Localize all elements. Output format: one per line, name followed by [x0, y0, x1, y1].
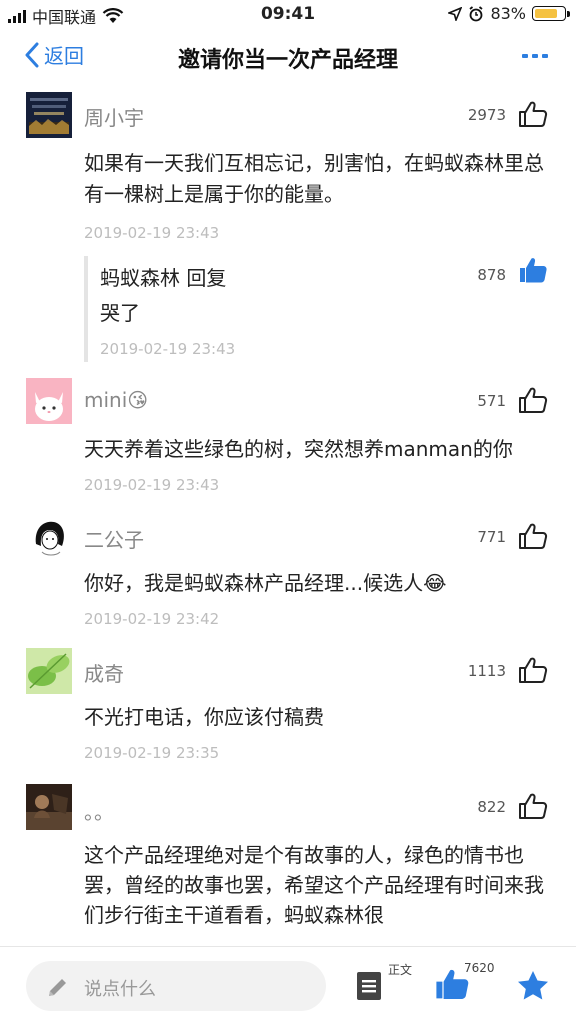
reply-like-count: 878 — [477, 266, 506, 284]
document-label[interactable]: 正文 — [388, 961, 412, 978]
comment-timestamp: 2019-02-19 23:43 — [84, 476, 220, 494]
comment-item: 周小宇 2973 如果有一天我们互相忘记，别害怕，在蚂蚁森林里总有一棵树上是属于… — [0, 90, 576, 370]
more-dots-icon[interactable] — [522, 54, 548, 58]
comment-input-placeholder: 说点什么 — [84, 979, 156, 1000]
navigation-bar: 返回 邀请你当一次产品经理 — [0, 30, 576, 88]
bottom-toolbar: 说点什么 正文 7620 — [0, 946, 576, 1025]
document-icon[interactable] — [356, 971, 382, 1001]
thumbs-up-outline-icon[interactable] — [518, 522, 548, 550]
reply-header: 蚂蚁森林 回复 — [100, 266, 227, 290]
comment-text: 不光打电话，你应该付稿费 — [84, 705, 324, 729]
commenter-name[interactable]: 。。 — [84, 796, 114, 825]
thumbs-up-outline-icon[interactable] — [518, 386, 548, 414]
page-title: 邀请你当一次产品经理 — [177, 48, 398, 73]
avatar[interactable] — [26, 92, 72, 138]
comment-item: 。。 822 这个产品经理绝对是个有故事的人，绿色的情书也罢，曾经的故事也罢，希… — [0, 784, 576, 946]
comment-timestamp: 2019-02-19 23:42 — [84, 610, 220, 628]
like-count: 2973 — [467, 106, 506, 124]
thumbs-up-filled-icon[interactable] — [518, 256, 548, 284]
battery-icon — [532, 6, 570, 21]
like-count: 571 — [477, 392, 506, 410]
reply-timestamp: 2019-02-19 23:43 — [100, 340, 236, 358]
star-icon[interactable] — [516, 969, 550, 1001]
battery-percent: 83% — [490, 4, 526, 23]
avatar[interactable] — [26, 378, 72, 424]
comment-item: 二公子 771 你好，我是蚂蚁森林产品经理...候选人😂 2019-02-19 … — [0, 514, 576, 634]
avatar[interactable] — [26, 784, 72, 830]
commenter-name[interactable]: mini😘 — [84, 388, 148, 412]
comment-timestamp: 2019-02-19 23:35 — [84, 744, 220, 762]
thumbs-up-outline-icon[interactable] — [518, 792, 548, 820]
comment-input[interactable]: 说点什么 — [26, 961, 326, 1011]
location-arrow-icon — [448, 6, 463, 21]
thumbs-up-outline-icon[interactable] — [518, 656, 548, 684]
commenter-name[interactable]: 周小宇 — [84, 102, 144, 131]
avatar[interactable] — [26, 514, 72, 560]
comment-text: 你好，我是蚂蚁森林产品经理...候选人😂 — [84, 571, 447, 595]
avatar[interactable] — [26, 648, 72, 694]
comment-text: 这个产品经理绝对是个有故事的人，绿色的情书也罢，曾经的故事也罢，希望这个产品经理… — [84, 843, 544, 927]
comment-item: 成奇 1113 不光打电话，你应该付稿费 2019-02-19 23:35 — [0, 648, 576, 768]
commenter-name[interactable]: 二公子 — [84, 524, 144, 553]
comment-item: mini😘 571 天天养着这些绿色的树，突然想养manman的你 2019-0… — [0, 378, 576, 498]
status-bar: 中国联通 09:41 83% — [0, 0, 576, 30]
thumbs-up-outline-icon[interactable] — [518, 100, 548, 128]
pencil-icon — [49, 979, 66, 996]
comment-text: 天天养着这些绿色的树，突然想养manman的你 — [84, 437, 513, 461]
status-right: 83% — [448, 4, 570, 23]
like-count: 771 — [477, 528, 506, 546]
comment-timestamp: 2019-02-19 23:43 — [84, 224, 220, 242]
like-count: 1113 — [467, 662, 506, 680]
like-count: 822 — [477, 798, 506, 816]
reply-text: 哭了 — [100, 301, 140, 325]
commenter-name[interactable]: 成奇 — [84, 658, 124, 687]
total-like-count: 7620 — [464, 961, 495, 975]
alarm-icon — [469, 5, 483, 21]
reply-quote-bar — [84, 256, 88, 362]
comment-text: 如果有一天我们互相忘记，别害怕，在蚂蚁森林里总有一棵树上是属于你的能量。 — [84, 151, 544, 206]
